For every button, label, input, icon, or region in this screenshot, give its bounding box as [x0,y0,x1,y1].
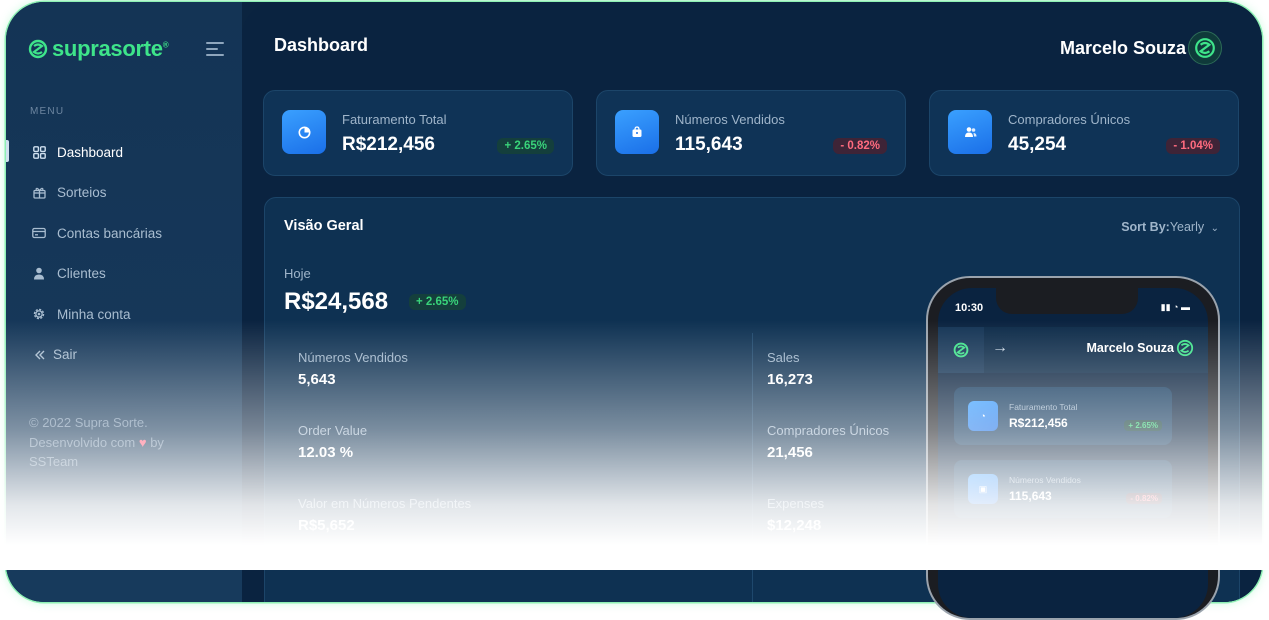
logo-icon [28,39,48,59]
stat-expenses: Expenses $12,248 [767,496,825,534]
logo-icon [953,342,969,358]
sidebar-item-dashboard[interactable]: Dashboard [6,132,242,173]
sidebar-item-clientes[interactable]: Clientes [6,254,242,295]
phone-logo[interactable] [938,327,984,373]
shopping-bag-icon: ▣ [968,474,998,504]
team-name: SSTeam [29,454,79,469]
today-value: R$24,568 [284,288,389,315]
sort-label: Sort By: [1121,220,1170,234]
phone-header: → Marcelo Souza [938,327,1208,373]
chevron-down-icon: ⌄ [1210,223,1219,234]
card-value: R$212,456 [342,134,435,155]
shopping-bag-icon [615,110,659,154]
stat-compradores-unicos: Compradores Únicos 21,456 [767,423,890,461]
gear-icon [32,307,46,321]
change-badge: - 0.82% [833,138,887,154]
phone-time: 10:30 [955,302,984,314]
summary-card-faturamento: Faturamento Total R$212,456 + 2.65% [263,90,573,176]
sidebar-item-label: Minha conta [57,306,131,322]
user-menu[interactable]: Marcelo Souza [1060,31,1222,65]
sidebar-item-label: Sair [53,347,78,363]
menu-section-label: MENU [30,106,65,117]
card-value: R$212,456 [1009,416,1068,430]
stats-divider [752,333,753,602]
brand-name: suprasorte® [52,36,169,61]
card-label: Números Vendidos [1009,475,1081,485]
stat-numeros-vendidos: Números Vendidos 5,643 [298,350,408,388]
sidebar: suprasorte® MENU Dashboard Sorteios Cont… [6,2,242,602]
card-label: Números Vendidos [675,112,785,127]
card-value: 115,643 [1009,489,1052,503]
phone-notch [996,288,1138,314]
card-label: Compradores Únicos [1008,112,1131,127]
brand-logo[interactable]: suprasorte® [28,36,169,62]
today-label: Hoje [284,266,311,281]
user-name: Marcelo Souza [1059,37,1186,58]
stat-sales: Sales 16,273 [767,350,813,388]
gift-icon [32,186,46,200]
double-chevron-left-icon [33,348,47,362]
sidebar-item-label: Sorteios [57,185,107,201]
sidebar-item-sorteios[interactable]: Sorteios [6,173,242,214]
phone-mockup: 10:30 ▮▮ ◔ ▬ → Marcelo Souza ◔ Faturamen… [926,276,1220,620]
change-badge: - 1.04% [1166,138,1220,154]
phone-user-name: Marcelo Souza [1086,341,1174,355]
summary-card-numeros-vendidos: Números Vendidos 115,643 - 0.82% [596,90,906,176]
arrow-right-icon[interactable]: → [992,339,1008,357]
users-icon [948,110,992,154]
heart-icon: ♥ [138,434,147,450]
phone-user-menu[interactable]: Marcelo Souza [1086,339,1194,357]
signal-wifi-battery-icon: ▮▮ ◔ ▬ [1160,302,1190,312]
sidebar-item-contas-bancarias[interactable]: Contas bancárias [6,213,242,254]
card-label: Faturamento Total [342,112,447,127]
today-change-badge: + 2.65% [409,294,466,310]
stat-order-value: Order Value 12.03 % [298,423,368,461]
avatar[interactable] [1188,31,1222,65]
logo-icon [1176,339,1194,357]
user-icon [32,267,46,281]
logo-icon [1195,38,1215,58]
sidebar-footer: © 2022 Supra Sorte. Desenvolvido com ♥ b… [29,413,209,472]
change-badge: - 0.82% [1126,493,1162,504]
grid-icon [32,145,46,159]
sort-value: Yearly [1169,220,1205,234]
credit-card-icon [32,226,46,240]
sidebar-item-label: Clientes [57,266,106,282]
overview-title: Visão Geral [284,218,364,234]
card-value: 45,254 [1008,134,1067,155]
phone-card-numeros-vendidos: ▣ Números Vendidos 115,643 - 0.82% [954,460,1172,518]
copyright-text: © 2022 Supra Sorte. [29,415,148,430]
sidebar-nav: Dashboard Sorteios Contas bancárias Clie… [6,132,242,375]
sidebar-item-label: Dashboard [57,144,124,160]
menu-toggle-icon[interactable] [206,38,226,60]
phone-card-faturamento: ◔ Faturamento Total R$212,456 + 2.65% [954,387,1172,445]
credits-text: Desenvolvido com ♥ by [29,434,164,450]
summary-card-compradores: Compradores Únicos 45,254 - 1.04% [929,90,1239,176]
change-badge: + 2.65% [497,138,554,154]
pie-chart-icon: ◔ [968,401,998,431]
sidebar-item-label: Contas bancárias [57,225,163,241]
pie-chart-icon [282,110,326,154]
sidebar-item-sair[interactable]: Sair [6,335,242,376]
card-label: Faturamento Total [1009,402,1078,412]
card-value: 115,643 [675,134,743,155]
sort-dropdown[interactable]: Sort By:Yearly ⌄ [1121,220,1219,234]
phone-screen: 10:30 ▮▮ ◔ ▬ → Marcelo Souza ◔ Faturamen… [938,288,1208,618]
sidebar-item-minha-conta[interactable]: Minha conta [6,294,242,335]
stat-valor-pendentes: Valor em Números Pendentes R$5,652 [298,496,472,534]
page-title: Dashboard [274,35,369,55]
change-badge: + 2.65% [1124,420,1162,431]
